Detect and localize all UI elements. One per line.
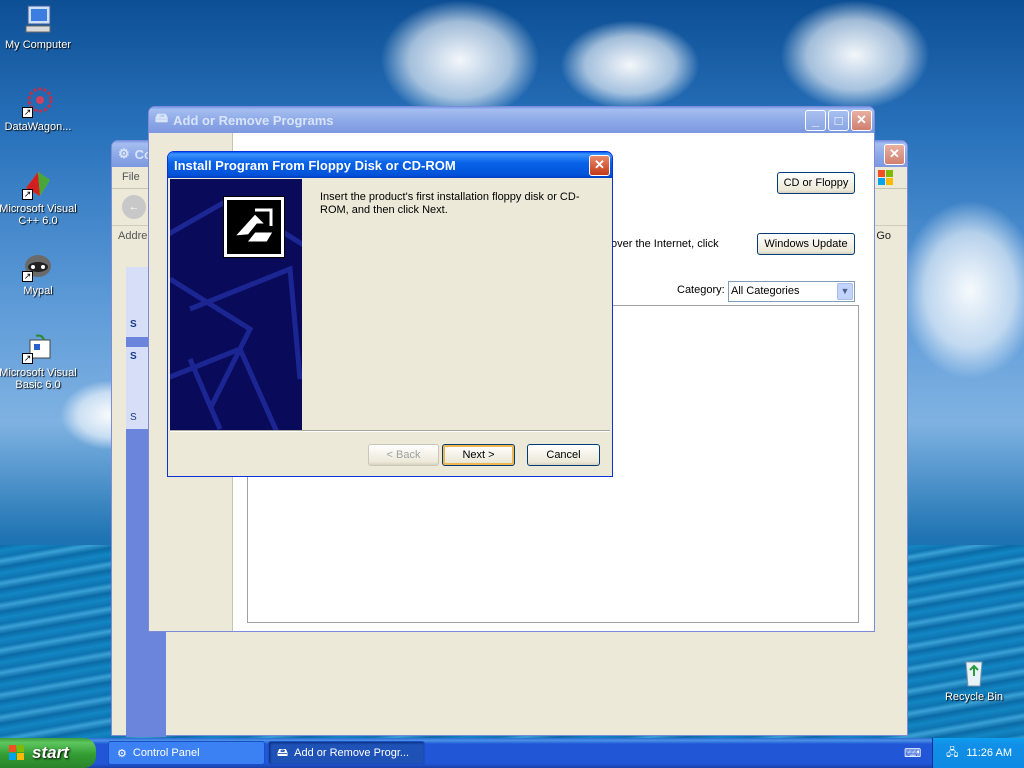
arp-title: Add or Remove Programs [173,112,334,128]
dialog-message: Insert the product's first installation … [320,191,580,216]
chevron-down-icon[interactable]: ▼ [837,283,853,300]
next-button[interactable]: Next > [442,444,515,466]
dialog-title: Install Program From Floppy Disk or CD-R… [174,157,456,173]
dialog-titlebar[interactable]: Install Program From Floppy Disk or CD-R… [168,152,612,178]
desktop-icon-recycle-bin[interactable]: Recycle Bin [934,656,1014,703]
datawagon-icon: ↗ [22,86,54,118]
taskbar-item-label: Add or Remove Progr... [294,747,410,759]
desktop-icon-mypal[interactable]: ↗ Mypal [0,250,78,297]
shortcut-arrow-icon: ↗ [22,189,33,200]
address-label: Addre [118,230,148,242]
shortcut-arrow-icon: ↗ [22,107,33,118]
start-label: start [32,743,69,762]
desktop-icon-my-computer[interactable]: My Computer [0,4,78,51]
desktop-icon-label: Recycle Bin [944,691,1004,703]
shortcut-arrow-icon: ↗ [22,271,33,282]
taskbar: start ⚙ Control Panel 🖴 Add or Remove Pr… [0,738,1024,768]
dialog-separator [170,430,610,432]
taskbar-item-control-panel[interactable]: ⚙ Control Panel [108,741,265,765]
windows-flag-icon [8,744,26,762]
category-value: All Categories [731,285,800,297]
taskbar-item-label: Control Panel [132,747,200,759]
arp-titlebar[interactable]: 🖴 Add or Remove Programs _ □ ✕ [149,107,874,133]
clock[interactable]: 11:26 AM [966,747,1012,759]
install-wizard-icon [223,196,285,258]
go-button[interactable]: Go [876,230,891,242]
windows-logo-icon [877,169,895,187]
start-button[interactable]: start [0,738,96,768]
desktop-icon-label: Microsoft Visual Basic 6.0 [0,367,77,391]
mypal-icon: ↗ [22,250,54,282]
system-tray: 🖧 11:26 AM [932,738,1024,768]
wizard-watermark [170,179,302,430]
control-panel-close-button[interactable]: ✕ [884,143,905,165]
keyboard-icon[interactable]: ⌨ [904,746,921,760]
cd-or-floppy-button[interactable]: CD or Floppy [777,172,855,194]
desktop-icon-visual-basic[interactable]: ↗ Microsoft Visual Basic 6.0 [0,332,78,391]
desktop-icon-visual-cpp[interactable]: ↗ Microsoft Visual C++ 6.0 [0,168,78,227]
control-panel-title-icon: ⚙ [118,146,130,161]
desktop-icon-label: Mypal [23,285,53,297]
cancel-button[interactable]: Cancel [527,444,600,466]
arp-close-button[interactable]: ✕ [851,109,872,131]
menu-file[interactable]: File [122,171,140,183]
category-select[interactable]: All Categories ▼ [728,281,855,302]
taskbar-item-add-remove-programs[interactable]: 🖴 Add or Remove Progr... [268,741,425,765]
desktop-icon-label: My Computer [4,39,72,51]
recycle-bin-icon [958,656,990,688]
my-computer-icon [22,4,54,36]
arp-maximize-button[interactable]: □ [828,109,849,131]
arp-minimize-button[interactable]: _ [805,109,826,131]
visual-cpp-icon: ↗ [22,168,54,200]
desktop-icon-datawagon[interactable]: ↗ DataWagon... [0,86,78,133]
desktop-icon-label: DataWagon... [4,121,72,133]
install-program-dialog[interactable]: Install Program From Floppy Disk or CD-R… [167,151,613,477]
add-remove-programs-icon: 🖴 [277,746,289,759]
windows-update-button[interactable]: Windows Update [757,233,855,255]
desktop-icon-label: Microsoft Visual C++ 6.0 [0,203,77,227]
category-label: Category: [677,284,725,296]
visual-basic-icon: ↗ [22,332,54,364]
arp-title-icon: 🖴 [155,110,169,125]
control-panel-icon: ⚙ [117,747,127,760]
network-tray-icon[interactable]: 🖧 [946,744,958,763]
internet-text: over the Internet, click [611,238,719,250]
dialog-close-button[interactable]: ✕ [589,154,610,176]
back-button[interactable]: < Back [368,444,439,466]
shortcut-arrow-icon: ↗ [22,353,33,364]
back-arrow-icon[interactable]: ← [122,195,146,219]
